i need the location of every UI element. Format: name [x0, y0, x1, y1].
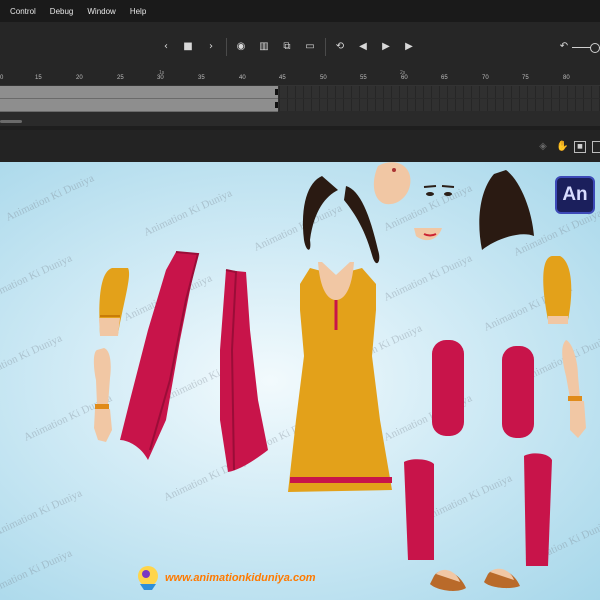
mouth-chin[interactable] [414, 228, 442, 241]
right-sleeve[interactable] [543, 256, 572, 324]
logo-mascot-icon [138, 566, 158, 590]
left-arm[interactable] [93, 348, 112, 442]
animate-logo-badge: An [555, 176, 595, 214]
dupatta-right[interactable] [220, 269, 268, 472]
hair-piece[interactable] [302, 176, 380, 264]
website-url: www.animationkiduniya.com [165, 572, 316, 584]
right-thigh[interactable] [502, 346, 534, 438]
dupatta-left[interactable] [120, 251, 200, 460]
hair-back[interactable] [479, 170, 534, 250]
head[interactable] [373, 162, 411, 205]
right-arm[interactable] [562, 340, 586, 438]
left-thigh[interactable] [432, 340, 464, 436]
left-shin[interactable] [404, 459, 434, 560]
right-foot[interactable] [484, 568, 520, 589]
character-parts [93, 162, 586, 591]
left-foot[interactable] [430, 569, 466, 591]
right-shin[interactable] [524, 453, 552, 566]
eyes[interactable] [423, 185, 455, 196]
kurta-body[interactable] [288, 262, 392, 492]
left-sleeve[interactable] [99, 268, 130, 336]
